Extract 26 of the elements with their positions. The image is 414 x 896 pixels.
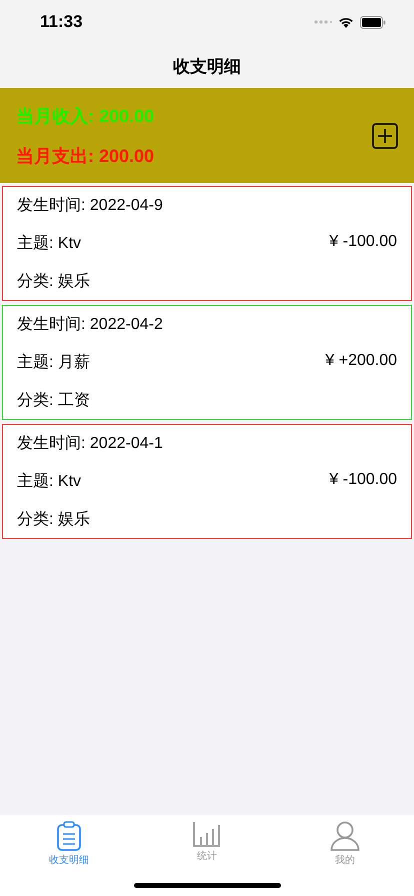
status-time: 11:33 bbox=[40, 12, 83, 32]
add-button[interactable] bbox=[372, 122, 398, 148]
record-amount: ¥ +200.00 bbox=[325, 352, 397, 371]
record-time: 发生时间: 2022-04-9 bbox=[17, 196, 164, 216]
record-category: 分类: 娱乐 bbox=[17, 510, 91, 530]
person-icon bbox=[330, 821, 360, 851]
bar-chart-icon bbox=[193, 821, 221, 847]
record-amount: ¥ -100.00 bbox=[329, 232, 397, 252]
record-card[interactable]: 发生时间: 2022-04-1 主题: Ktv ¥ -100.00 分类: 娱乐 bbox=[2, 424, 412, 539]
record-category: 分类: 娱乐 bbox=[17, 272, 91, 292]
income-total: 当月收入: 200.00 bbox=[16, 104, 154, 128]
record-time: 发生时间: 2022-04-1 bbox=[17, 434, 164, 454]
clipboard-icon bbox=[56, 821, 82, 851]
record-subject: 主题: Ktv bbox=[17, 472, 82, 492]
record-card[interactable]: 发生时间: 2022-04-9 主题: Ktv ¥ -100.00 分类: 娱乐 bbox=[2, 186, 412, 301]
expense-total: 当月支出: 200.00 bbox=[16, 144, 154, 168]
record-time: 发生时间: 2022-04-2 bbox=[17, 314, 164, 336]
battery-icon bbox=[360, 16, 386, 28]
page-title: 收支明细 bbox=[173, 56, 241, 78]
record-subject: 主题: 月薪 bbox=[17, 352, 90, 373]
record-subject: 主题: Ktv bbox=[17, 234, 82, 254]
record-card[interactable]: 发生时间: 2022-04-2 主题: 月薪 ¥ +200.00 分类: 工资 bbox=[2, 305, 412, 420]
wifi-icon bbox=[338, 16, 354, 28]
record-amount: ¥ -100.00 bbox=[329, 470, 397, 490]
record-category: 分类: 工资 bbox=[17, 390, 91, 411]
signal-icon bbox=[314, 20, 332, 24]
